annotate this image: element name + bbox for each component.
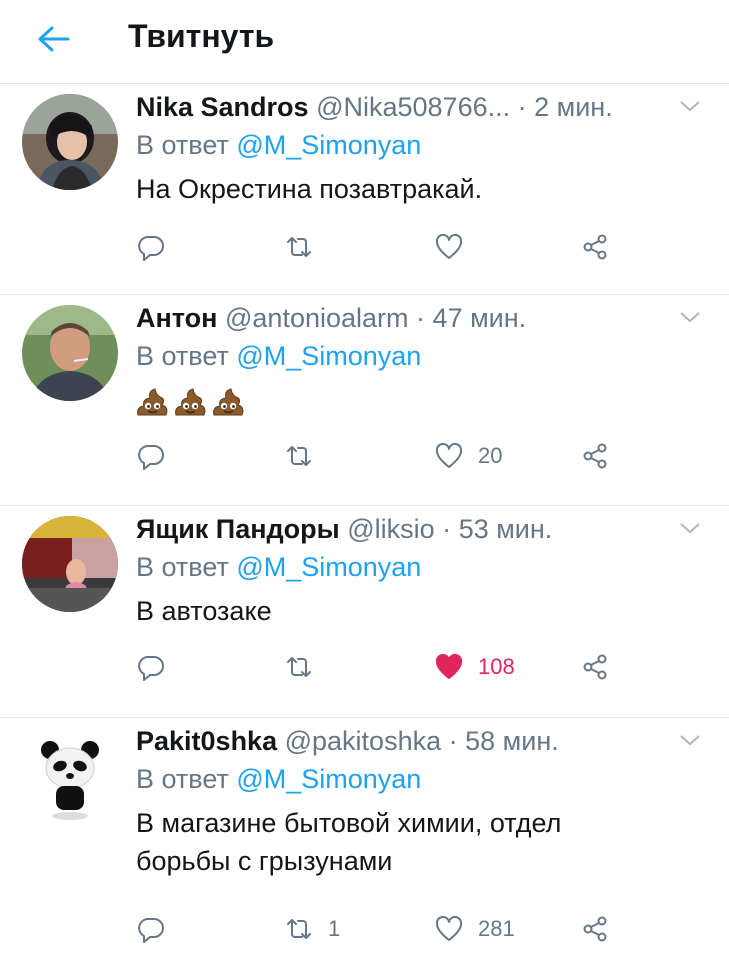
reply-button[interactable] (136, 441, 166, 471)
avatar[interactable] (22, 94, 118, 190)
tweet-text: В автозаке (136, 596, 272, 626)
tweet-actions (136, 232, 616, 266)
top-bar: Твитнуть (0, 0, 729, 84)
retweet-button[interactable] (284, 652, 314, 682)
author-name[interactable]: Nika Sandros (136, 92, 309, 122)
tweet-time[interactable]: 58 мин. (465, 726, 559, 756)
tweet-menu-button[interactable] (677, 96, 703, 116)
reply-icon (138, 236, 164, 261)
tweet-text (134, 385, 246, 417)
retweet-button[interactable]: 1 (284, 914, 340, 944)
author-handle[interactable]: @pakitoshka (285, 726, 442, 756)
tweet-menu-button[interactable] (677, 307, 703, 327)
reply-icon (138, 918, 164, 943)
chevron-down-icon (680, 523, 700, 534)
avatar[interactable] (22, 516, 118, 612)
tweet-header: Pakit0shka @pakitoshka · 58 мин. (136, 726, 681, 757)
author-name[interactable]: Pakit0shka (136, 726, 277, 756)
heart-icon (435, 233, 463, 259)
tweet-time[interactable]: 47 мин. (433, 303, 527, 333)
like-button[interactable]: 108 (434, 652, 515, 682)
heart-filled-icon (435, 653, 463, 679)
retweet-button[interactable] (284, 441, 314, 471)
reply-context: В ответ @M_Simonyan (136, 764, 421, 795)
tweet-actions: 20 (136, 441, 616, 475)
tweet[interactable]: Ящик Пандоры @liksio · 53 мин. В ответ @… (0, 506, 729, 718)
author-handle[interactable]: @Nika508766... (316, 92, 510, 122)
pile-of-poo-icon (175, 388, 206, 416)
retweet-icon (287, 446, 311, 466)
retweet-count: 1 (328, 916, 341, 941)
tweet[interactable]: Nika Sandros @Nika508766... · 2 мин. В о… (0, 84, 729, 295)
reply-button[interactable] (136, 652, 166, 682)
tweet[interactable]: Антон @antonioalarm · 47 мин. В ответ @M… (0, 295, 729, 506)
page-title: Твитнуть (128, 18, 275, 54)
tweet-time[interactable]: 2 мин. (534, 92, 613, 122)
like-button[interactable]: 20 (434, 441, 502, 471)
reply-mention-link[interactable]: @M_Simonyan (236, 341, 421, 371)
retweet-icon (287, 657, 311, 677)
share-icon (583, 443, 607, 469)
tweet-header: Антон @antonioalarm · 47 мин. (136, 303, 681, 334)
tweet-header: Nika Sandros @Nika508766... · 2 мин. (136, 92, 681, 123)
reply-prefix: В ответ (136, 130, 229, 160)
author-name[interactable]: Антон (136, 303, 217, 333)
reply-prefix: В ответ (136, 552, 229, 582)
tweet-text: На Окрестина позавтракай. (136, 174, 483, 204)
tweet-actions: 1 281 (136, 914, 616, 948)
reply-context: В ответ @M_Simonyan (136, 552, 421, 583)
pile-of-poo-icon (213, 388, 244, 416)
like-count: 20 (478, 443, 503, 468)
like-button[interactable]: 281 (434, 914, 515, 944)
like-count: 108 (478, 654, 515, 679)
share-button[interactable] (580, 232, 610, 262)
avatar[interactable] (22, 728, 118, 824)
tweet-header: Ящик Пандоры @liksio · 53 мин. (136, 514, 681, 545)
reply-mention-link[interactable]: @M_Simonyan (236, 130, 421, 160)
avatar[interactable] (22, 305, 118, 401)
separator-dot: · (517, 92, 527, 122)
back-button[interactable] (34, 22, 74, 56)
share-button[interactable] (580, 914, 610, 944)
tweet-text: В магазине бытовой химии, отдел борьбы с… (136, 808, 562, 876)
author-handle[interactable]: @antonioalarm (225, 303, 409, 333)
share-button[interactable] (580, 441, 610, 471)
tweet-time[interactable]: 53 мин. (459, 514, 553, 544)
share-icon (583, 916, 607, 942)
pile-of-poo-icon (137, 388, 168, 416)
retweet-icon (287, 919, 311, 939)
tweet[interactable]: Pakit0shka @pakitoshka · 58 мин. В ответ… (0, 718, 729, 960)
tweet-actions: 108 (136, 652, 616, 686)
reply-prefix: В ответ (136, 764, 229, 794)
share-button[interactable] (580, 652, 610, 682)
separator-dot: · (442, 514, 452, 544)
like-button[interactable] (434, 232, 464, 262)
arrow-left-icon (38, 26, 70, 52)
chevron-down-icon (680, 312, 700, 323)
reply-button[interactable] (136, 232, 166, 262)
retweet-button[interactable] (284, 232, 314, 262)
reply-context: В ответ @M_Simonyan (136, 130, 421, 161)
tweet-menu-button[interactable] (677, 730, 703, 750)
reply-mention-link[interactable]: @M_Simonyan (236, 764, 421, 794)
author-name[interactable]: Ящик Пандоры (136, 514, 340, 544)
reply-mention-link[interactable]: @M_Simonyan (236, 552, 421, 582)
separator-dot: · (416, 303, 426, 333)
separator-dot: · (448, 726, 458, 756)
reply-icon (138, 445, 164, 470)
retweet-icon (287, 237, 311, 257)
share-icon (583, 654, 607, 680)
reply-prefix: В ответ (136, 341, 229, 371)
like-count: 281 (478, 916, 515, 941)
reply-icon (138, 656, 164, 681)
chevron-down-icon (680, 735, 700, 746)
reply-context: В ответ @M_Simonyan (136, 341, 421, 372)
heart-icon (435, 442, 463, 468)
heart-icon (435, 915, 463, 941)
tweet-menu-button[interactable] (677, 518, 703, 538)
chevron-down-icon (680, 101, 700, 112)
author-handle[interactable]: @liksio (347, 514, 434, 544)
share-icon (583, 234, 607, 260)
reply-button[interactable] (136, 914, 166, 944)
